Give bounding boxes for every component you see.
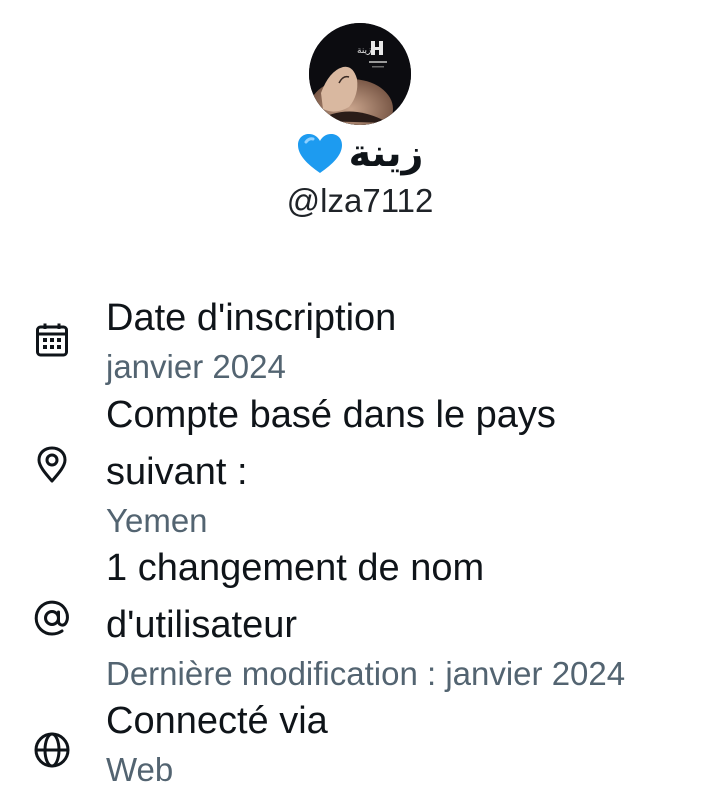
avatar[interactable]: زينة	[309, 23, 411, 125]
globe-icon	[32, 730, 72, 770]
username-changes-label-line1: 1 changement de nom	[106, 547, 485, 589]
joined-label: Date d'inscription	[106, 297, 397, 339]
account-info-list: Date d'inscription janvier 2024 Compte b…	[0, 290, 720, 790]
location-pin-icon	[32, 445, 72, 485]
handle: @lza7112	[286, 182, 434, 219]
country-value: Yemen	[106, 502, 208, 539]
display-name-text: زينة	[348, 133, 424, 175]
connected-via-label: Connecté via	[106, 700, 328, 742]
joined-value: janvier 2024	[106, 348, 286, 385]
username-changes-label-line2: d'utilisateur	[106, 604, 298, 646]
username-changes-value: Dernière modification : janvier 2024	[106, 655, 626, 692]
info-item-joined: Date d'inscription janvier 2024	[0, 290, 720, 387]
avatar-image: زينة	[309, 23, 411, 125]
info-item-username-changes: 1 changement de nom d'utilisateur Derniè…	[0, 540, 720, 693]
connected-via-value: Web	[106, 751, 174, 788]
display-name: زينة	[297, 131, 424, 177]
profile-header: زينة زينة @lza7112	[0, 0, 720, 221]
avatar-overlay-text: زينة	[357, 46, 371, 56]
calendar-icon	[32, 320, 72, 360]
blue-heart-icon	[297, 133, 343, 175]
at-sign-icon	[32, 598, 72, 638]
country-label-line1: Compte basé dans le pays	[106, 394, 556, 436]
country-label-line2: suivant :	[106, 451, 248, 493]
info-item-country: Compte basé dans le pays suivant : Yemen	[0, 387, 720, 540]
info-item-connected-via: Connecté via Web	[0, 693, 720, 790]
